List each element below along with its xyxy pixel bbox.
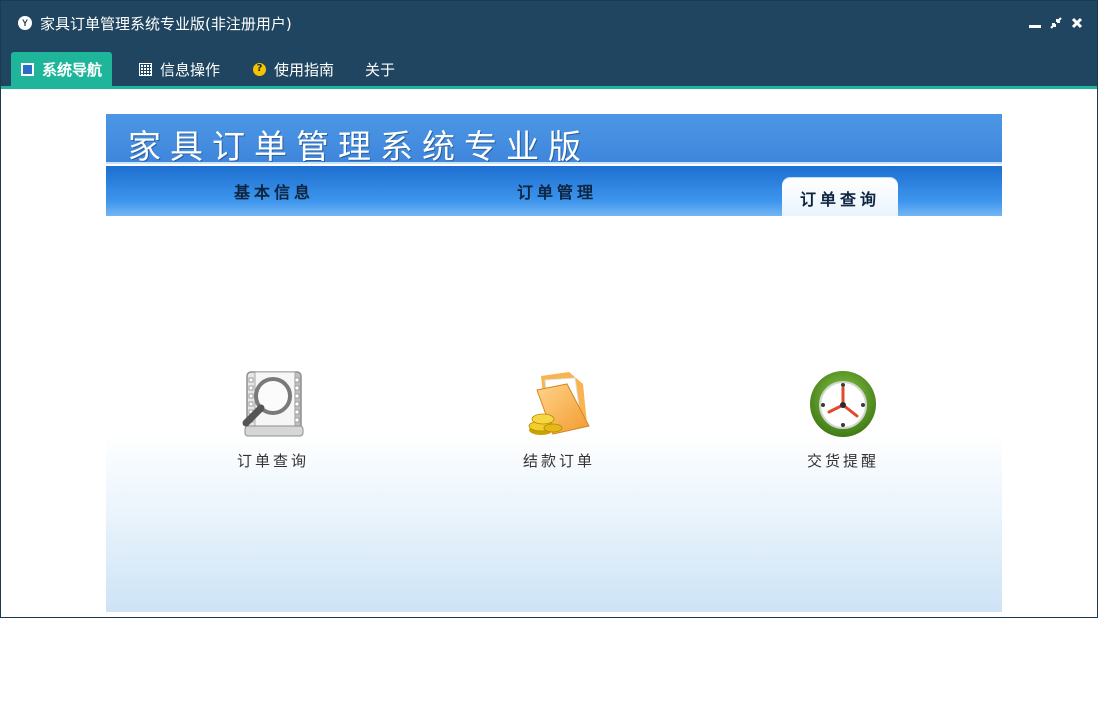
- module-tab-bar: 基本信息 订单管理 订单查询: [106, 166, 1002, 216]
- minimize-icon[interactable]: [1029, 17, 1041, 29]
- navigation-icon: [21, 62, 34, 76]
- tab-order-query[interactable]: 订单查询: [782, 178, 899, 216]
- menu-bar: 系统导航 信息操作 ? 使用指南 关于: [1, 45, 1097, 89]
- menu-item-label: 关于: [365, 60, 396, 79]
- feature-label: 订单查询: [236, 452, 309, 470]
- feature-label: 交货提醒: [806, 452, 879, 470]
- restore-icon[interactable]: [1050, 17, 1062, 29]
- feature-settled-orders[interactable]: 结款订单: [494, 368, 624, 471]
- window-title: 家具订单管理系统专业版(非注册用户): [40, 14, 292, 33]
- help-icon: ?: [253, 62, 266, 76]
- window-controls: [1029, 1, 1083, 45]
- magnifier-document-icon: [242, 371, 304, 437]
- title-bar: Y 家具订单管理系统专业版(非注册用户): [1, 1, 1097, 45]
- feature-order-query[interactable]: 订单查询: [208, 368, 338, 471]
- menu-item-about[interactable]: 关于: [365, 52, 395, 86]
- tab-basic-info[interactable]: 基本信息: [234, 179, 314, 203]
- app-logo-icon: Y: [18, 16, 32, 30]
- feature-delivery-reminder[interactable]: 交货提醒: [778, 368, 908, 471]
- grid-icon: [139, 62, 152, 76]
- feature-panel: 订单查询 结款订单 交货提醒: [106, 216, 1002, 612]
- banner-title: 家具订单管理系统专业版: [128, 127, 590, 166]
- menu-item-label: 使用指南: [274, 60, 335, 79]
- menu-item-label: 信息操作: [160, 60, 221, 79]
- close-icon[interactable]: [1071, 17, 1083, 29]
- system-banner: 家具订单管理系统专业版: [106, 114, 1002, 166]
- menu-item-info-operations[interactable]: 信息操作: [139, 52, 220, 86]
- tab-order-management[interactable]: 订单管理: [517, 179, 597, 203]
- folder-coins-icon: [528, 372, 590, 435]
- clock-icon: [810, 371, 876, 437]
- app-window: Y 家具订单管理系统专业版(非注册用户) 系统导航 信息操作 ? 使用指南 关于…: [0, 0, 1098, 618]
- feature-label: 结款订单: [522, 452, 595, 470]
- menu-item-label: 系统导航: [42, 60, 103, 79]
- menu-item-user-guide[interactable]: ? 使用指南: [253, 52, 334, 86]
- main-content: 家具订单管理系统专业版 基本信息 订单管理 订单查询 订单查询 结款订单 交货提…: [2, 92, 1096, 617]
- menu-item-system-navigation[interactable]: 系统导航: [11, 52, 113, 86]
- app-logo-glyph: Y: [21, 17, 28, 28]
